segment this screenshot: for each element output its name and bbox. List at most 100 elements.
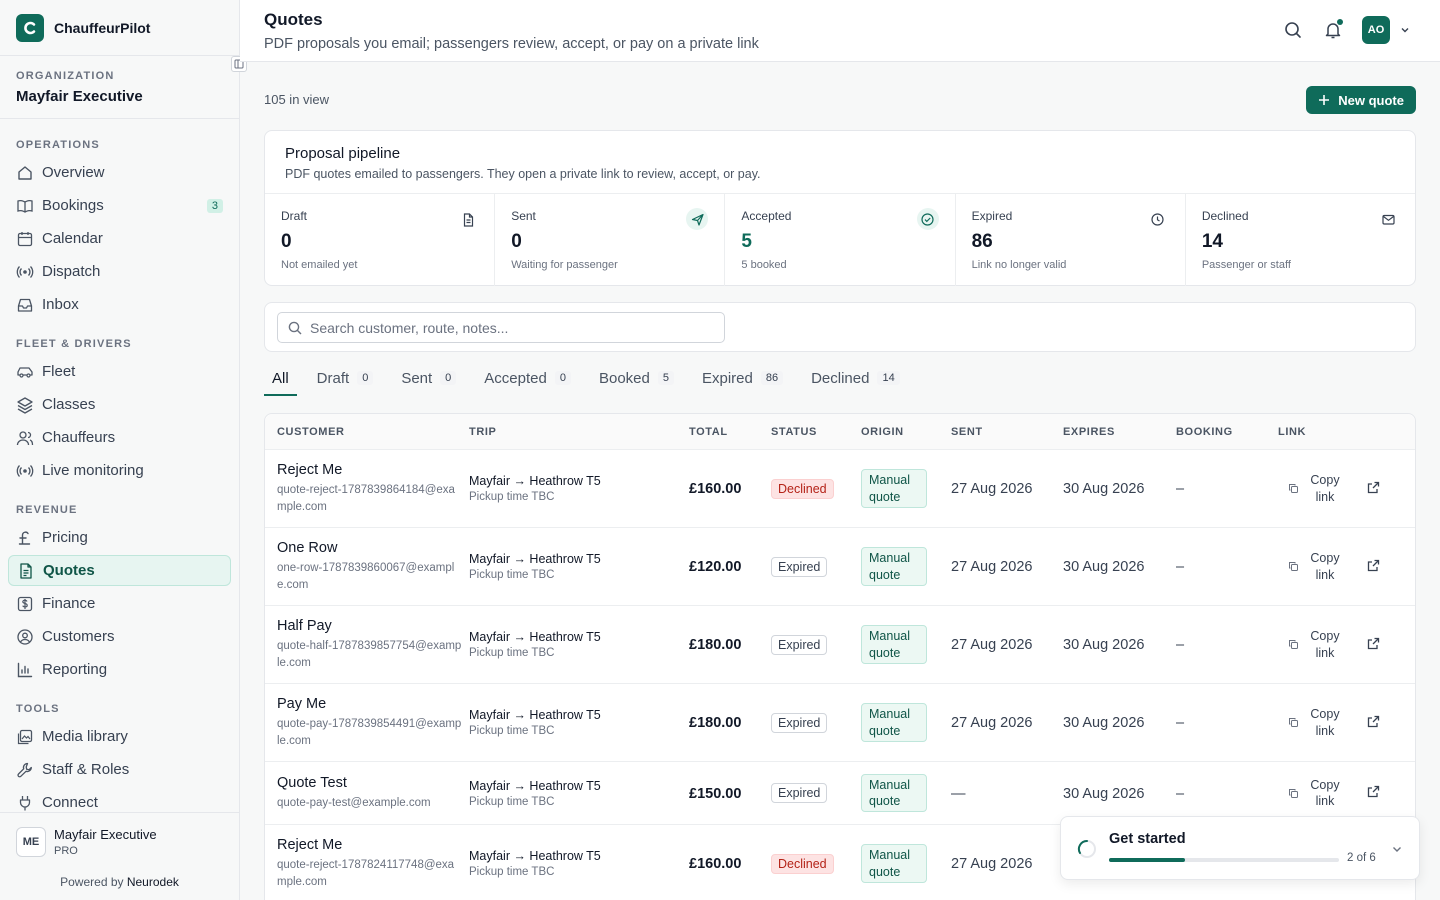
column-header-customer[interactable]: CUSTOMER <box>265 426 469 438</box>
copy-link-label: Copy link <box>1310 629 1340 660</box>
sidebar-item-fleet[interactable]: Fleet <box>8 356 231 387</box>
get-started-step: 2 of 6 <box>1347 852 1376 864</box>
chevron-down-icon[interactable] <box>1391 843 1403 855</box>
origin-badge: Manual quote <box>861 469 927 508</box>
get-started-progress-fill <box>1109 858 1185 862</box>
new-quote-button[interactable]: New quote <box>1306 86 1416 114</box>
origin-badge: Manual quote <box>861 547 927 586</box>
sidebar-item-classes[interactable]: Classes <box>8 389 231 420</box>
copy-link-button[interactable]: Copy link <box>1288 472 1341 505</box>
sidebar-item-finance[interactable]: Finance <box>8 588 231 619</box>
organization-switcher[interactable]: ORGANIZATION Mayfair Executive <box>0 56 239 119</box>
table-row[interactable]: One Row one-row-1787839860067@example.co… <box>265 528 1415 606</box>
check-circle-icon <box>916 208 939 230</box>
tab-sent[interactable]: Sent 0 <box>393 360 464 396</box>
column-header-total[interactable]: TOTAL <box>689 426 771 438</box>
sidebar-item-calendar[interactable]: Calendar <box>8 223 231 254</box>
sidebar-item-label: Bookings <box>42 197 104 214</box>
page-title: Quotes <box>264 10 323 29</box>
external-link-icon[interactable] <box>1367 481 1380 497</box>
sidebar-item-label: Customers <box>42 628 115 645</box>
sidebar-item-overview[interactable]: Overview <box>8 157 231 188</box>
tab-count: 0 <box>554 371 571 385</box>
expires-date: 30 Aug 2026 <box>1063 785 1145 802</box>
search-box[interactable] <box>277 312 725 343</box>
tab-label: Sent <box>401 369 433 387</box>
sidebar-item-chauffeurs[interactable]: Chauffeurs <box>8 422 231 453</box>
account-footer[interactable]: ME Mayfair Executive PRO Powered by Neur… <box>0 812 239 900</box>
external-link-icon[interactable] <box>1367 785 1380 801</box>
calendar-icon <box>16 230 34 248</box>
get-started-widget[interactable]: Get started 2 of 6 <box>1060 816 1420 880</box>
org-avatar: ME <box>16 827 46 857</box>
nav-section-title: FLEET & DRIVERS <box>16 338 132 350</box>
progress-ring-icon <box>1077 839 1096 858</box>
customer-name: Quote Test <box>277 774 347 791</box>
sidebar-item-customers[interactable]: Customers <box>8 621 231 652</box>
stat-sent[interactable]: Sent 0 Waiting for passenger <box>495 194 726 286</box>
sidebar-item-quotes[interactable]: Quotes <box>8 555 231 586</box>
external-link-icon[interactable] <box>1367 559 1380 575</box>
column-header-status[interactable]: STATUS <box>771 426 861 438</box>
column-header-origin[interactable]: ORIGIN <box>861 426 951 438</box>
column-header-expires[interactable]: EXPIRES <box>1063 426 1176 438</box>
powered-brand[interactable]: Neurodek <box>127 875 179 889</box>
stat-declined[interactable]: Declined 14 Passenger or staff <box>1186 194 1415 286</box>
clock-icon <box>1147 208 1169 230</box>
stat-accepted[interactable]: Accepted 5 5 booked <box>725 194 956 286</box>
table-row[interactable]: Pay Me quote-pay-1787839854491@example.c… <box>265 684 1415 762</box>
sidebar-item-reporting[interactable]: Reporting <box>8 654 231 685</box>
layers-icon <box>16 396 34 414</box>
user-avatar[interactable]: AO <box>1362 16 1390 44</box>
notifications-bell-icon[interactable] <box>1324 19 1343 39</box>
sidebar-item-live-monitoring[interactable]: Live monitoring <box>8 455 231 486</box>
column-header-sent[interactable]: SENT <box>951 426 1063 438</box>
trip-route: Mayfair → Heathrow T5 <box>469 849 601 863</box>
external-link-icon[interactable] <box>1367 715 1380 731</box>
page-header: Quotes PDF proposals you email; passenge… <box>240 0 1440 62</box>
column-header-link[interactable]: LINK <box>1278 426 1402 438</box>
document-icon <box>17 562 35 580</box>
column-header-trip[interactable]: TRIP <box>469 426 689 438</box>
tab-declined[interactable]: Declined 14 <box>803 360 908 396</box>
tab-booked[interactable]: Booked 5 <box>591 360 682 396</box>
tab-all[interactable]: All <box>264 360 297 396</box>
brand[interactable]: ChauffeurPilot <box>0 0 239 56</box>
search-icon[interactable] <box>1284 21 1302 39</box>
tab-draft[interactable]: Draft 0 <box>309 360 382 396</box>
stat-expired[interactable]: Expired 86 Link no longer valid <box>956 194 1186 286</box>
copy-link-button[interactable]: Copy link <box>1288 706 1341 739</box>
status-badge: Expired <box>771 556 828 577</box>
stat-draft[interactable]: Draft 0 Not emailed yet <box>265 194 496 286</box>
column-header-booking[interactable]: BOOKING <box>1176 426 1278 438</box>
origin-badge: Manual quote <box>861 844 927 883</box>
sidebar-item-media-library[interactable]: Media library <box>8 721 231 752</box>
trip-cell: Mayfair → Heathrow T5 Pickup time TBC <box>469 552 689 581</box>
results-count: 105 in view <box>264 92 330 107</box>
sidebar-item-bookings[interactable]: Bookings 3 <box>8 190 231 221</box>
sidebar-item-label: Fleet <box>42 363 76 380</box>
external-link-icon[interactable] <box>1367 637 1380 653</box>
copy-link-button[interactable]: Copy link <box>1288 628 1341 661</box>
origin-badge: Manual quote <box>861 625 927 664</box>
copy-link-button[interactable]: Copy link <box>1288 777 1341 810</box>
main-content: 105 in view New quote Proposal pipeline … <box>240 62 1440 900</box>
radio-icon <box>16 263 34 281</box>
search-input[interactable] <box>310 319 710 336</box>
tab-expired[interactable]: Expired 86 <box>694 360 791 396</box>
chevron-down-icon[interactable] <box>1400 25 1410 35</box>
trip-route: Mayfair → Heathrow T5 <box>469 630 601 644</box>
table-row[interactable]: Reject Me quote-reject-1787839864184@exa… <box>265 450 1415 528</box>
sidebar-item-inbox[interactable]: Inbox <box>8 289 231 320</box>
stat-value: 0 <box>511 231 522 252</box>
sidebar-item-pricing[interactable]: Pricing <box>8 522 231 553</box>
notification-dot <box>1337 19 1343 25</box>
copy-link-button[interactable]: Copy link <box>1288 550 1341 583</box>
customer-email: quote-pay-1787839854491@example.com <box>277 717 462 747</box>
new-quote-label: New quote <box>1338 92 1404 108</box>
table-row[interactable]: Half Pay quote-half-1787839857754@exampl… <box>265 606 1415 684</box>
sidebar-item-dispatch[interactable]: Dispatch <box>8 256 231 287</box>
tab-accepted[interactable]: Accepted 0 <box>476 360 579 396</box>
sidebar-item-staff-and-roles[interactable]: Staff & Roles <box>8 754 231 785</box>
customer-name: One Row <box>277 539 338 556</box>
